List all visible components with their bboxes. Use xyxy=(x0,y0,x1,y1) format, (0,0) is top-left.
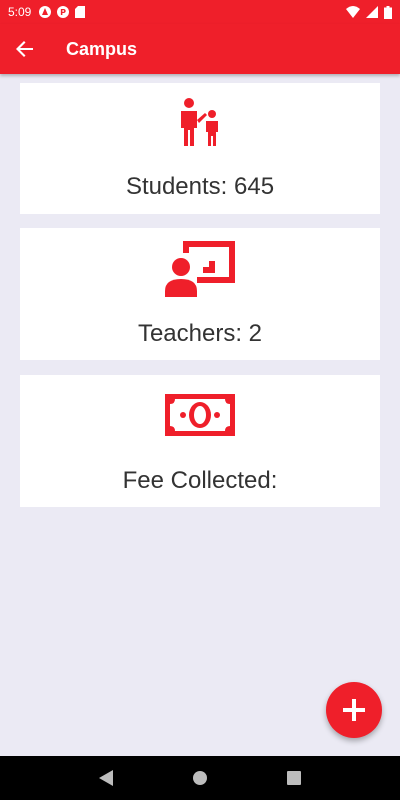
svg-text:P: P xyxy=(60,8,66,17)
add-button[interactable] xyxy=(326,682,382,738)
battery-icon xyxy=(384,5,392,19)
wifi-icon xyxy=(346,6,360,18)
fee-label: Fee Collected: xyxy=(122,467,278,494)
app-bar: Campus xyxy=(0,24,400,74)
status-bar: 5:09 P xyxy=(0,0,400,24)
back-triangle-icon[interactable] xyxy=(99,770,114,786)
teachers-label: Teachers: 2 xyxy=(137,320,263,347)
sd-card-icon xyxy=(75,6,86,18)
students-card[interactable]: Students: 645 xyxy=(20,83,380,214)
recents-square-icon[interactable] xyxy=(286,771,301,785)
parent-child-icon xyxy=(181,98,218,146)
card-icon-wrap xyxy=(178,97,222,149)
status-left-icons: P xyxy=(39,6,86,18)
status-time: 5:09 xyxy=(8,5,32,19)
page-title: Campus xyxy=(66,38,138,59)
money-icon xyxy=(165,394,235,436)
autofill-icon xyxy=(39,6,52,18)
teacher-board-icon xyxy=(165,241,235,297)
signal-icon xyxy=(366,6,378,18)
card-icon-wrap xyxy=(165,240,235,298)
card-icon-wrap xyxy=(165,393,235,437)
status-right-icons xyxy=(346,5,392,19)
arrow-left-icon xyxy=(16,41,33,57)
teachers-card[interactable]: Teachers: 2 xyxy=(20,228,380,360)
plus-icon xyxy=(343,699,365,721)
pocket-icon: P xyxy=(57,6,70,18)
students-label: Students: 645 xyxy=(125,173,275,200)
home-circle-icon[interactable] xyxy=(192,770,208,786)
system-nav-bar xyxy=(0,756,400,800)
back-button[interactable] xyxy=(0,24,50,74)
fee-card[interactable]: Fee Collected: xyxy=(20,375,380,507)
